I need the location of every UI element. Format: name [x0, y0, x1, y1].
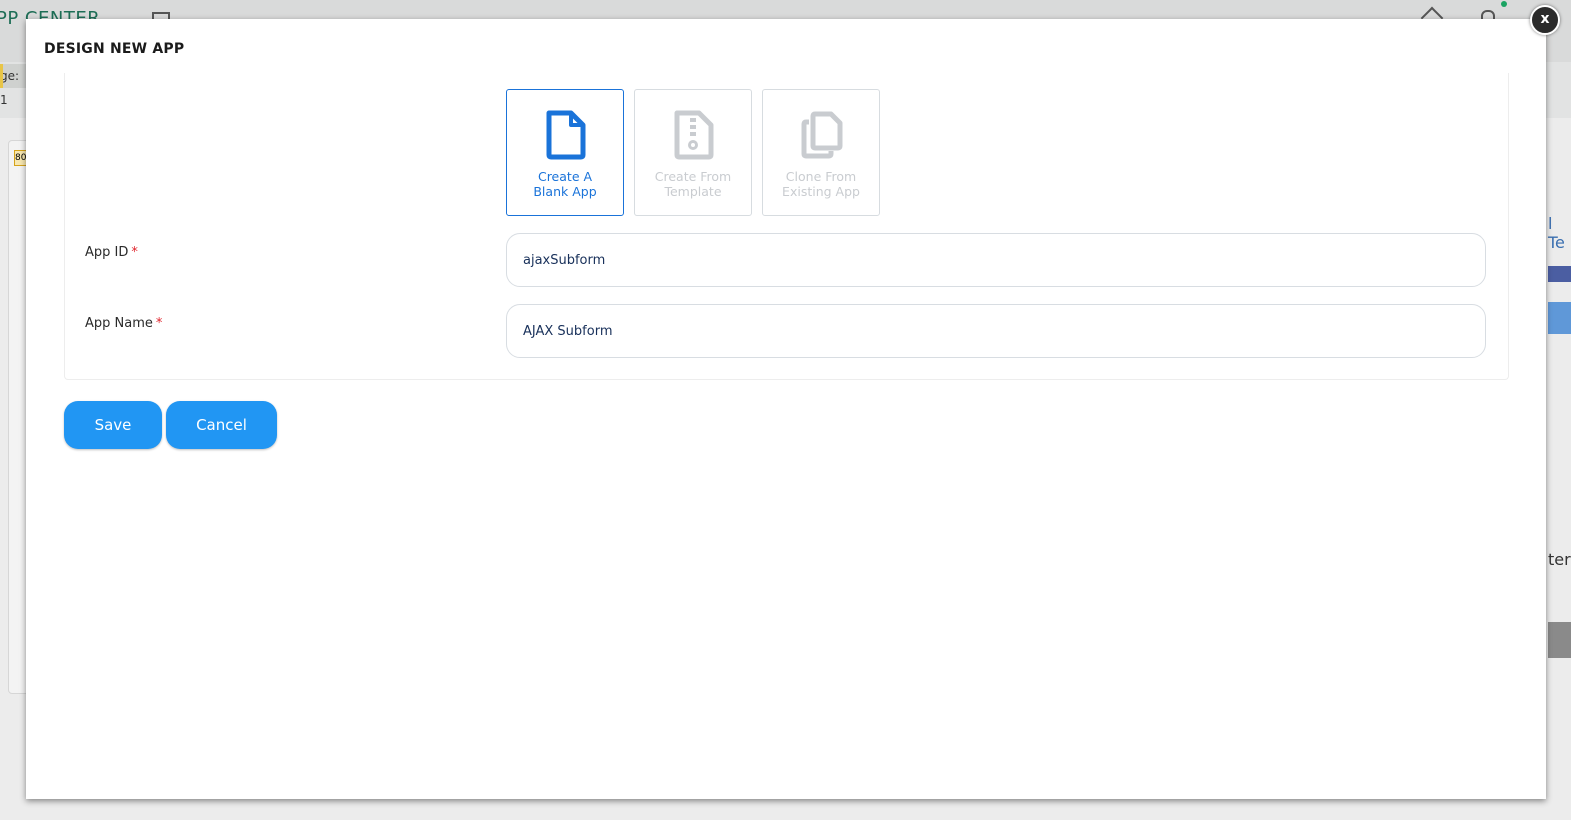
background-right-text: ter [1548, 550, 1571, 569]
background-bar [1548, 266, 1571, 282]
close-button[interactable]: x [1530, 5, 1560, 35]
app-name-label-text: App Name [85, 316, 153, 331]
required-marker: * [155, 316, 163, 331]
form-panel: Create A Blank App Create From Template [64, 73, 1509, 380]
option-label: Create A Blank App [507, 169, 623, 199]
option-label-line: Existing App [782, 184, 860, 199]
app-name-input[interactable] [506, 304, 1486, 358]
option-label-line: Blank App [533, 184, 597, 199]
dialog-title: DESIGN NEW APP [44, 41, 185, 57]
required-marker: * [131, 245, 138, 260]
zip-file-icon [674, 110, 714, 160]
app-name-label: App Name * [85, 316, 162, 331]
save-button[interactable]: Save [64, 401, 162, 449]
strip-marker [0, 64, 3, 88]
option-label: Clone From Existing App [763, 169, 879, 199]
copy-icon [801, 111, 843, 159]
app-id-input[interactable] [506, 233, 1486, 287]
option-label-line: Template [664, 184, 722, 199]
option-label: Create From Template [635, 169, 751, 199]
option-create-from-template[interactable]: Create From Template [634, 89, 752, 216]
app-id-label: App ID * [85, 245, 138, 260]
app-id-label-text: App ID [85, 245, 129, 260]
background-right-text: l Te [1548, 214, 1565, 252]
notification-dot [1501, 1, 1507, 7]
blank-document-icon [546, 110, 586, 160]
option-label-line: Clone From [785, 169, 857, 184]
background-page-strip: ge: 1 [0, 64, 26, 107]
option-label-line: Create A [537, 169, 593, 184]
option-label-line: Create From [654, 169, 732, 184]
background-bar [1548, 622, 1571, 658]
option-clone-existing-app[interactable]: Clone From Existing App [762, 89, 880, 216]
option-create-blank-app[interactable]: Create A Blank App [506, 89, 624, 216]
design-new-app-dialog: DESIGN NEW APP x Create A Blank App Crea… [26, 5, 1560, 799]
cancel-button[interactable]: Cancel [166, 401, 277, 449]
background-bar [1548, 302, 1571, 334]
